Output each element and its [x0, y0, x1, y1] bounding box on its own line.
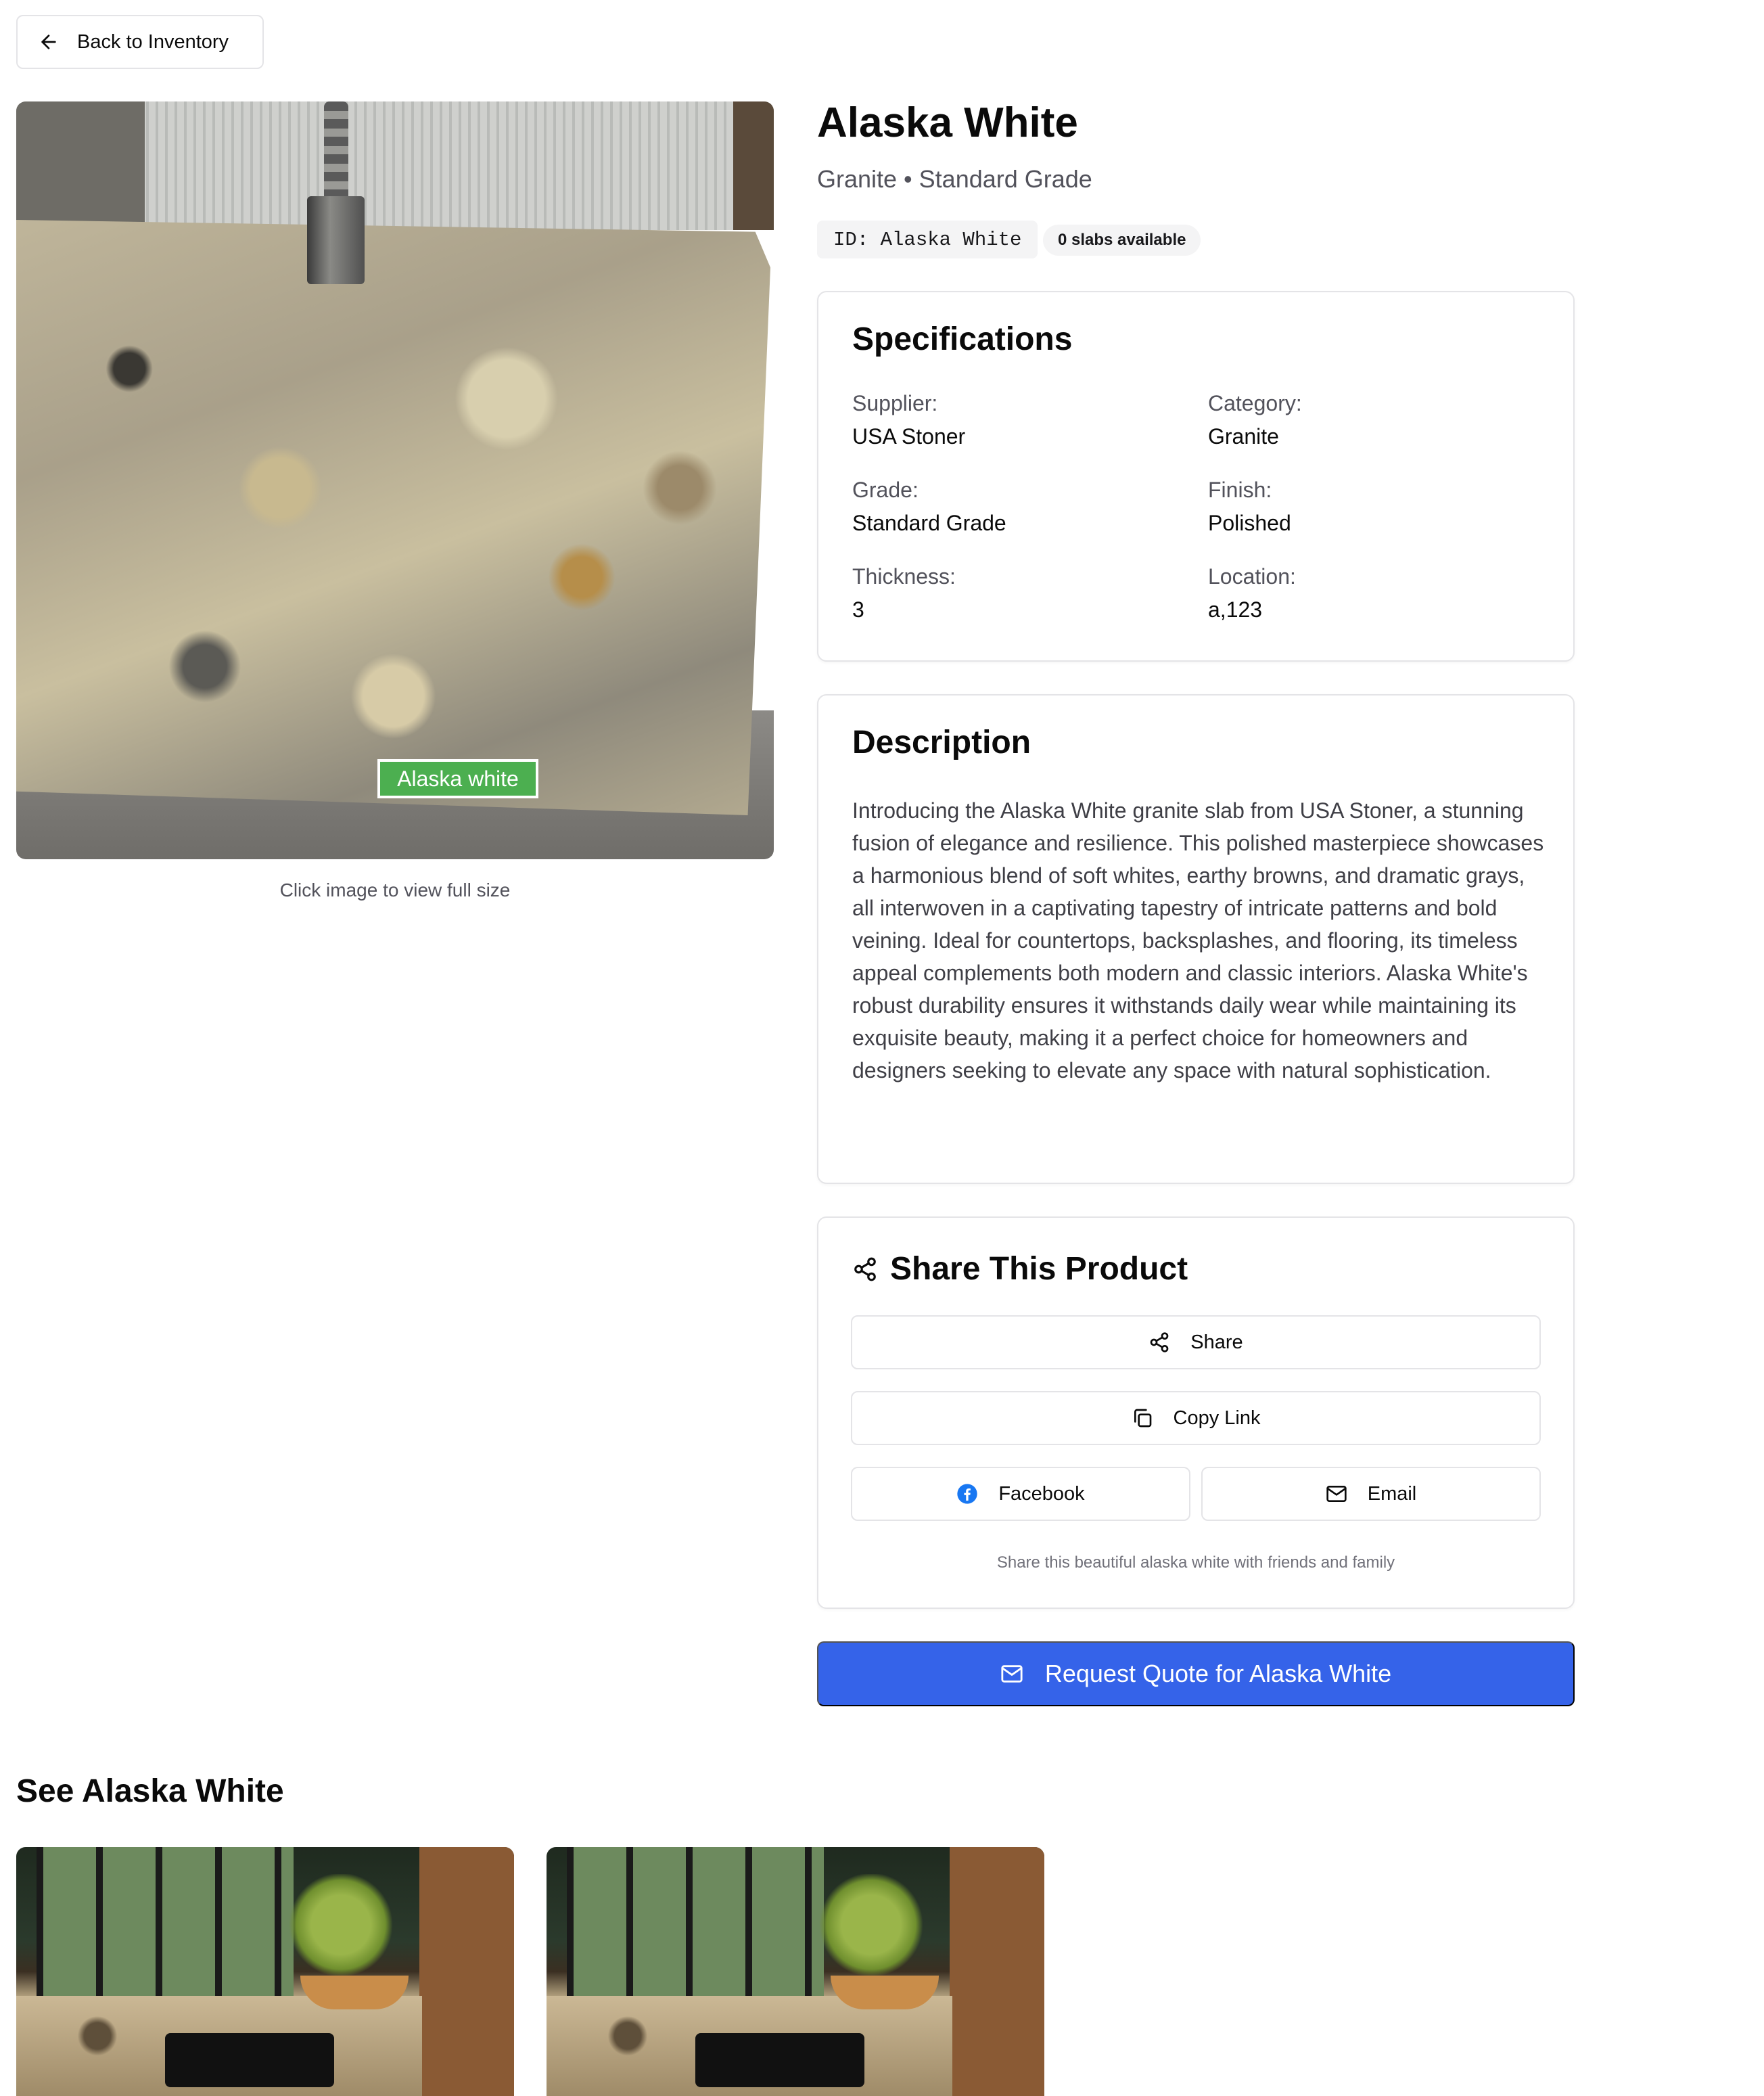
copy-icon — [1134, 1409, 1151, 1428]
facebook-label: Facebook — [998, 1482, 1085, 1505]
granite-slab — [16, 220, 770, 815]
spec-supplier: Supplier: USA Stoner — [852, 391, 966, 449]
description-heading: Description — [852, 725, 1031, 760]
request-quote-button[interactable]: Request Quote for Alaska White — [817, 1641, 1575, 1706]
specifications-heading: Specifications — [852, 321, 1073, 357]
product-id-tag: ID: Alaska White — [817, 221, 1038, 258]
email-label: Email — [1367, 1482, 1417, 1505]
share-button[interactable]: Share — [851, 1315, 1541, 1369]
email-share-button[interactable]: Email — [1201, 1467, 1541, 1521]
copy-link-label: Copy Link — [1173, 1407, 1261, 1429]
spec-thickness: Thickness: 3 — [852, 564, 956, 622]
arrow-left-icon — [41, 35, 56, 49]
spec-category: Category: Granite — [1208, 391, 1302, 449]
product-subtitle: Granite • Standard Grade — [817, 165, 1092, 193]
product-main-image[interactable]: Alaska white — [16, 101, 774, 859]
mail-icon — [1326, 1486, 1347, 1502]
share-card: Share This Product Share Copy Link Faceb… — [817, 1216, 1575, 1609]
copy-link-button[interactable]: Copy Link — [851, 1391, 1541, 1445]
specifications-card: Specifications Supplier: USA Stoner Cate… — [817, 291, 1575, 662]
share-icon — [1150, 1332, 1169, 1352]
spec-finish: Finish: Polished — [1208, 478, 1291, 535]
request-quote-label: Request Quote for Alaska White — [1044, 1660, 1392, 1687]
share-note: Share this beautiful alaska white with f… — [996, 1553, 1395, 1572]
mail-icon — [1001, 1665, 1023, 1683]
availability-badge: 0 slabs available — [1043, 225, 1201, 256]
spec-grade: Grade: Standard Grade — [852, 478, 1006, 535]
facebook-icon — [957, 1484, 977, 1504]
description-card: Description Introducing the Alaska White… — [817, 694, 1575, 1184]
back-to-inventory-button[interactable]: Back to Inventory — [16, 15, 264, 69]
back-to-inventory-label: Back to Inventory — [77, 30, 229, 53]
gallery-heading: See Alaska White — [16, 1773, 284, 1809]
share-button-label: Share — [1190, 1331, 1243, 1353]
gallery-image[interactable] — [547, 1847, 1044, 2096]
spec-location: Location: a,123 — [1208, 564, 1296, 622]
description-text: Introducing the Alaska White granite sla… — [852, 798, 1544, 1083]
facebook-share-button[interactable]: Facebook — [851, 1467, 1190, 1521]
image-caption: Click image to view full size — [279, 880, 511, 901]
product-title: Alaska White — [817, 99, 1078, 146]
share-icon — [854, 1257, 876, 1281]
gallery-image[interactable] — [16, 1847, 514, 2096]
share-heading: Share This Product — [890, 1251, 1188, 1287]
image-overlay-label: Alaska white — [377, 759, 538, 798]
